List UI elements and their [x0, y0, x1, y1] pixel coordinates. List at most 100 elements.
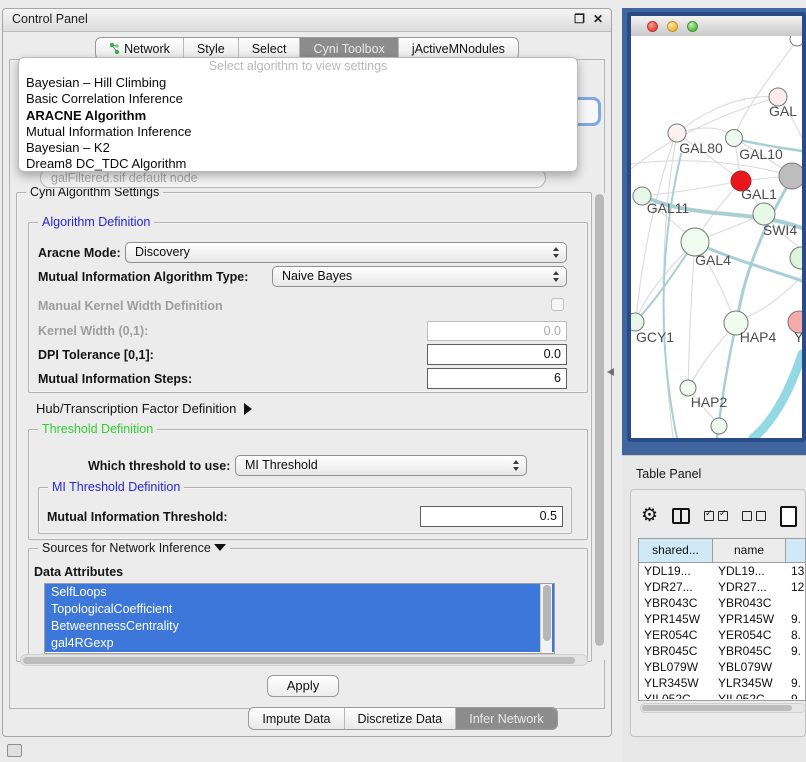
table-row[interactable]: YPR145WYPR145W9.: [639, 611, 805, 627]
column-header-clipped[interactable]: [786, 539, 806, 563]
node-table[interactable]: shared...name YDL19...YDL19...13YDR27...…: [638, 538, 806, 701]
table-cell: YDR27...: [713, 579, 786, 595]
network-node-green-right-partial[interactable]: [790, 247, 802, 269]
table-cell: YLR345W: [713, 675, 786, 691]
tab-network[interactable]: Network: [96, 38, 184, 59]
collapsed-panel-icon[interactable]: [7, 744, 22, 757]
network-node-bottom-partial[interactable]: [711, 418, 727, 434]
tab-cyni-toolbox[interactable]: Cyni Toolbox: [300, 38, 398, 59]
node-label-gal11: GAL11: [647, 200, 690, 216]
network-edge[interactable]: [734, 39, 798, 138]
attribute-item-topologicalcoefficient[interactable]: TopologicalCoefficient: [45, 601, 554, 618]
network-canvas[interactable]: GALGAL80GAL10GAL1GAL11GAL4SWI4GCY1HAP4YH…: [631, 36, 802, 438]
network-edge[interactable]: [631, 161, 789, 175]
settings-vscrollbar-thumb[interactable]: [595, 194, 604, 646]
algorithm-option-bayesian-hill-climbing[interactable]: Bayesian – Hill Climbing: [19, 75, 577, 91]
table-cell: [786, 659, 806, 675]
manual-kernel-width-checkbox[interactable]: [551, 298, 564, 311]
collapse-down-icon[interactable]: [214, 544, 226, 551]
table-row[interactable]: YER054CYER054C8.: [639, 627, 805, 643]
attributes-list-scrollbar[interactable]: [540, 584, 552, 653]
network-node-top-partial[interactable]: [790, 36, 802, 46]
algorithm-dropdown-options: Bayesian – Hill ClimbingBasic Correlatio…: [19, 75, 577, 172]
table-row[interactable]: YIL052CYIL052C9: [639, 691, 805, 699]
select-all-checkboxes-icon[interactable]: [704, 511, 728, 521]
attribute-item-betweennesscentrality[interactable]: BetweennessCentrality: [45, 618, 554, 635]
node-label-gcy1: GCY1: [636, 329, 674, 345]
table-document-icon[interactable]: [780, 506, 797, 527]
tab-jactivemnodules[interactable]: jActiveMNodules: [399, 38, 518, 59]
close-window-icon[interactable]: [647, 21, 658, 32]
tab-select[interactable]: Select: [239, 38, 301, 59]
table-horizontal-scrollbar[interactable]: [640, 703, 806, 713]
hub-definition-label: Hub/Transcription Factor Definition: [36, 401, 236, 416]
network-edge[interactable]: [753, 354, 802, 438]
deselect-all-checkboxes-icon[interactable]: [742, 511, 766, 521]
network-graph[interactable]: GALGAL80GAL10GAL1GAL11GAL4SWI4GCY1HAP4YH…: [631, 36, 802, 442]
table-cell: [786, 595, 806, 611]
table-row[interactable]: YBL079WYBL079W: [639, 659, 805, 675]
close-panel-icon[interactable]: ✕: [593, 12, 603, 26]
apply-button[interactable]: Apply: [267, 675, 339, 697]
table-row[interactable]: YBR043CYBR043C: [639, 595, 805, 611]
aracne-mode-combo[interactable]: Discovery: [125, 242, 567, 263]
column-header-name[interactable]: name: [713, 539, 786, 563]
kernel-width-field[interactable]: 0.0: [427, 321, 567, 341]
data-attributes-list[interactable]: SelfLoopsTopologicalCoefficientBetweenne…: [44, 583, 555, 654]
mi-steps-field[interactable]: 6: [427, 368, 567, 389]
dpi-tolerance-field[interactable]: 0.0: [427, 344, 567, 365]
table-panel-title: Table Panel: [636, 467, 701, 481]
table-row[interactable]: YBR045CYBR045C9.: [639, 643, 805, 659]
float-window-icon[interactable]: ❐: [574, 12, 585, 26]
column-header-shared[interactable]: shared...: [639, 539, 713, 563]
sources-title-text: Sources for Network Inference: [42, 541, 211, 555]
node-label-hap4: HAP4: [740, 329, 777, 345]
bottom-tab-infer-network[interactable]: Infer Network: [456, 708, 556, 729]
which-threshold-label: Which threshold to use:: [88, 459, 230, 473]
attributes-scrollbar-thumb[interactable]: [543, 585, 551, 641]
mi-threshold-definition-title: MI Threshold Definition: [48, 480, 184, 494]
algorithm-option-aracne-algorithm[interactable]: ARACNE Algorithm: [19, 108, 577, 124]
table-header-row: shared...name: [639, 539, 805, 563]
mi-algorithm-type-combo[interactable]: Naive Bayes: [272, 266, 567, 287]
algorithm-option-basic-correlation-inference[interactable]: Basic Correlation Inference: [19, 91, 577, 107]
algorithm-option-dream8-dc-tdc-algorithm[interactable]: Dream8 DC_TDC Algorithm: [19, 156, 577, 172]
tab-style[interactable]: Style: [184, 38, 239, 59]
table-cell: YBL079W: [713, 659, 786, 675]
network-edge[interactable]: [636, 136, 675, 320]
hub-definition-expander[interactable]: Hub/Transcription Factor Definition: [36, 401, 252, 416]
attribute-item-selfloops[interactable]: SelfLoops: [45, 584, 554, 601]
zoom-window-icon[interactable]: [687, 21, 698, 32]
settings-vertical-scrollbar[interactable]: [593, 193, 606, 660]
settings-horizontal-scrollbar[interactable]: [20, 654, 588, 666]
sources-title[interactable]: Sources for Network Inference: [38, 541, 230, 555]
network-node-gray-node[interactable]: [779, 163, 802, 189]
bottom-tab-impute-data[interactable]: Impute Data: [249, 708, 344, 729]
attribute-item-gal4rgexp[interactable]: gal4RGexp: [45, 635, 554, 652]
bottom-tab-discretize-data[interactable]: Discretize Data: [345, 708, 457, 729]
network-node-gal10[interactable]: [726, 130, 743, 147]
tab-label: Style: [197, 42, 225, 56]
network-edge[interactable]: [688, 242, 695, 388]
table-hscrollbar-thumb[interactable]: [642, 705, 792, 711]
minimize-window-icon[interactable]: [667, 21, 678, 32]
algorithm-option-mutual-information-inference[interactable]: Mutual Information Inference: [19, 124, 577, 140]
threshold-definition-title: Threshold Definition: [38, 422, 157, 436]
expand-right-icon[interactable]: [244, 403, 252, 415]
which-threshold-combo[interactable]: MI Threshold: [235, 455, 527, 476]
network-edge[interactable]: [664, 154, 681, 438]
table-row[interactable]: YDL19...YDL19...13: [639, 563, 805, 579]
gear-icon[interactable]: ⚙: [641, 506, 658, 526]
settings-hscrollbar-thumb[interactable]: [23, 657, 575, 664]
table-row[interactable]: YDR27...YDR27...12: [639, 579, 805, 595]
mi-threshold-label: Mutual Information Threshold:: [47, 510, 228, 524]
network-window-titlebar: [631, 16, 802, 37]
application-root: Control Panel ❐ ✕ NetworkStyleSelectCyni…: [0, 0, 806, 762]
table-row[interactable]: YLR345WYLR345W9.: [639, 675, 805, 691]
table-cell: YIL052C: [713, 691, 786, 699]
algorithm-option-bayesian-k2[interactable]: Bayesian – K2: [19, 140, 577, 156]
table-cell: 8.: [786, 627, 806, 643]
mi-threshold-field[interactable]: 0.5: [420, 506, 563, 527]
columns-icon[interactable]: [672, 508, 690, 524]
aracne-mode-label: Aracne Mode:: [38, 246, 121, 260]
